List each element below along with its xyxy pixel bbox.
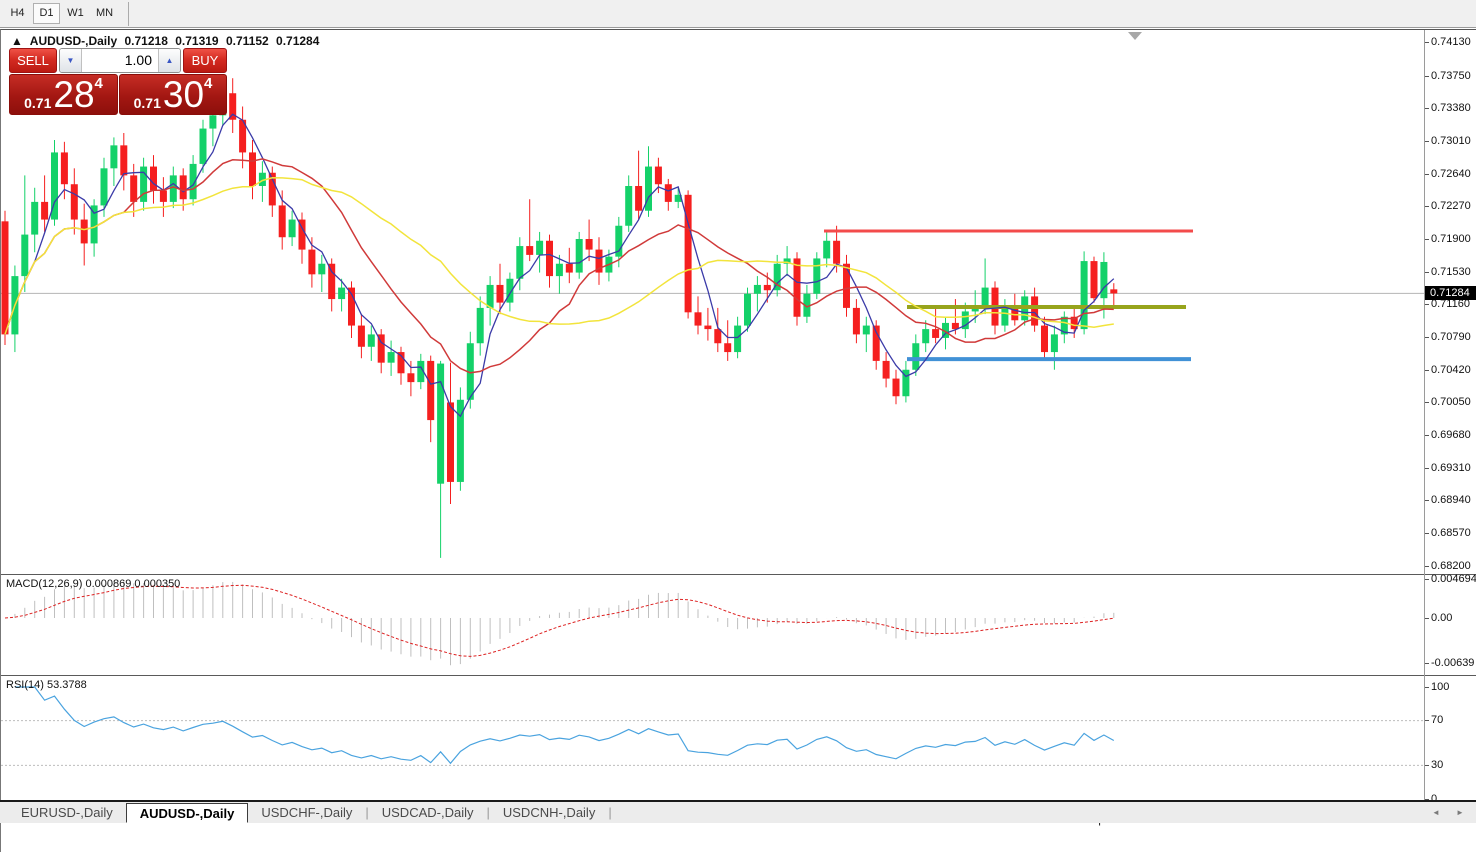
- volume-increase-button[interactable]: ▲: [158, 49, 180, 72]
- axis-tick: [1425, 566, 1429, 567]
- axis-tick: [1425, 533, 1429, 534]
- ohlc-open: 0.71218: [124, 34, 167, 48]
- rsi-chart-canvas[interactable]: [1, 676, 1424, 810]
- axis-tick: [1425, 687, 1429, 688]
- terminal-root: H4D1W1MN ▲ AUDUSD-,Daily 0.71218 0.71319…: [0, 0, 1476, 852]
- timeframe-tab-w1[interactable]: W1: [62, 3, 89, 24]
- axis-tick: [1425, 435, 1429, 436]
- symbol-tab-bar: EURUSD-,DailyAUDUSD-,DailyUSDCHF-,Daily |…: [0, 802, 1476, 823]
- axis-tick: [1425, 618, 1429, 619]
- chart-window: ▲ AUDUSD-,Daily 0.71218 0.71319 0.71152 …: [0, 29, 1476, 852]
- symbol-tab-usdcnh[interactable]: USDCNH-,Daily: [490, 803, 608, 823]
- axis-tick: [1425, 272, 1429, 273]
- axis-tick: [1425, 663, 1429, 664]
- ohlc-low: 0.71152: [226, 34, 269, 48]
- axis-tick: [1425, 239, 1429, 240]
- ohlc-high: 0.71319: [175, 34, 218, 48]
- axis-tick: [1425, 108, 1429, 109]
- axis-tick: [1425, 174, 1429, 175]
- rsi-label: RSI(14) 53.3788: [6, 679, 87, 691]
- pane-separator[interactable]: [1, 574, 1476, 575]
- buy-price-big: 30: [163, 78, 204, 111]
- price-axis-label: 0.70420: [1431, 364, 1471, 376]
- macd-axis-label: 0.004694: [1431, 573, 1476, 585]
- price-axis-label: 0.70050: [1431, 396, 1471, 408]
- axis-tick: [1425, 468, 1429, 469]
- macd-chart-canvas[interactable]: [1, 575, 1424, 675]
- sell-price-big: 28: [53, 78, 94, 111]
- axis-tick: [1425, 720, 1429, 721]
- tab-scroll-right-button[interactable]: ►: [1456, 808, 1464, 817]
- axis-tick: [1425, 141, 1429, 142]
- price-axis-label: 0.73750: [1431, 70, 1471, 82]
- axis-tick: [1425, 206, 1429, 207]
- symbol-tab-eurusd[interactable]: EURUSD-,Daily: [8, 803, 126, 823]
- symbol-tab-usdchf[interactable]: USDCHF-,Daily: [248, 803, 365, 823]
- rsi-axis-label: 30: [1431, 759, 1443, 771]
- rsi-axis-label: 70: [1431, 714, 1443, 726]
- axis-tick: [1425, 579, 1429, 580]
- symbol-tab-usdcad[interactable]: USDCAD-,Daily: [369, 803, 487, 823]
- timeframe-tab-h4[interactable]: H4: [4, 3, 31, 24]
- price-axis-label: 0.71530: [1431, 266, 1471, 278]
- rsi-axis-label: 100: [1431, 681, 1449, 693]
- current-price-badge: 0.71284: [1425, 286, 1476, 300]
- tab-separator: |: [608, 805, 611, 820]
- sell-price-prefix: 0.71: [24, 95, 51, 111]
- macd-axis-label: -0.00639: [1431, 657, 1474, 669]
- axis-tick: [1425, 76, 1429, 77]
- price-axis-label: 0.74130: [1431, 36, 1471, 48]
- collapse-arrow-icon[interactable]: ▲: [11, 34, 23, 48]
- macd-label: MACD(12,26,9) 0.000869 0.000350: [6, 578, 180, 590]
- chart-symbol-label: AUDUSD-,Daily: [30, 34, 117, 48]
- tab-scroll-left-button[interactable]: ◄: [1432, 808, 1440, 817]
- axis-tick: [1425, 337, 1429, 338]
- buy-price-display[interactable]: 0.71 30 4: [119, 74, 227, 115]
- buy-price-pip: 4: [204, 69, 212, 99]
- price-axis-label: 0.68570: [1431, 527, 1471, 539]
- timeframe-tab-d1[interactable]: D1: [33, 3, 60, 24]
- axis-tick: [1425, 765, 1429, 766]
- one-click-trade-panel: SELL ▼ 1.00 ▲ BUY 0.71 28 4 0.71 30 4: [9, 48, 227, 115]
- price-axis-label: 0.72640: [1431, 168, 1471, 180]
- price-axis-label: 0.73380: [1431, 102, 1471, 114]
- volume-spinner: ▼ 1.00 ▲: [59, 48, 181, 73]
- price-axis-label: 0.70790: [1431, 331, 1471, 343]
- timeframe-tabs: H4D1W1MN: [4, 3, 120, 24]
- axis-tick: [1425, 304, 1429, 305]
- sell-button[interactable]: SELL: [9, 48, 57, 73]
- price-axis-label: 0.68200: [1431, 560, 1471, 572]
- toolbar-divider: [128, 2, 129, 26]
- ohlc-close: 0.71284: [276, 34, 319, 48]
- price-axis-label: 0.68940: [1431, 494, 1471, 506]
- volume-value[interactable]: 1.00: [82, 49, 158, 72]
- chart-title: ▲ AUDUSD-,Daily 0.71218 0.71319 0.71152 …: [11, 34, 323, 48]
- axis-tick: [1425, 402, 1429, 403]
- scroll-to-end-marker-icon[interactable]: [1128, 32, 1142, 40]
- price-axis-label: 0.72270: [1431, 200, 1471, 212]
- axis-tick: [1425, 370, 1429, 371]
- axis-tick: [1425, 42, 1429, 43]
- volume-decrease-button[interactable]: ▼: [60, 49, 82, 72]
- symbol-tab-audusd[interactable]: AUDUSD-,Daily: [126, 803, 249, 823]
- buy-price-prefix: 0.71: [134, 95, 161, 111]
- timeframe-toolbar: H4D1W1MN: [0, 0, 1476, 28]
- price-axis-label: 0.73010: [1431, 135, 1471, 147]
- pane-separator[interactable]: [1, 675, 1476, 676]
- price-axis-label: 0.71900: [1431, 233, 1471, 245]
- sell-price-pip: 4: [95, 69, 103, 99]
- macd-axis-label: 0.00: [1431, 612, 1452, 624]
- price-axis-separator: [1424, 30, 1425, 810]
- price-axis-label: 0.69680: [1431, 429, 1471, 441]
- axis-tick: [1425, 500, 1429, 501]
- price-axis-label: 0.69310: [1431, 462, 1471, 474]
- sell-price-display[interactable]: 0.71 28 4: [9, 74, 118, 115]
- timeframe-tab-mn[interactable]: MN: [91, 3, 118, 24]
